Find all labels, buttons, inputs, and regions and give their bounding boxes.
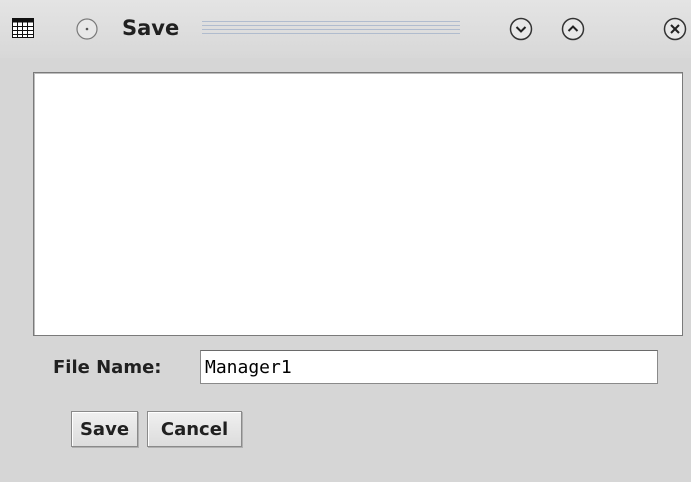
shade-icon[interactable] — [76, 18, 98, 40]
file-name-input[interactable] — [200, 350, 658, 384]
maximize-icon[interactable] — [561, 17, 585, 41]
file-list-area[interactable] — [33, 72, 683, 336]
save-button[interactable]: Save — [71, 411, 138, 447]
save-dialog: Save File Name: Save Cancel — [0, 0, 691, 482]
title-bar[interactable]: Save — [0, 0, 691, 58]
window-menu-icon[interactable] — [12, 18, 34, 38]
file-name-label: File Name: — [53, 357, 162, 378]
window-title: Save — [122, 16, 180, 40]
cancel-button[interactable]: Cancel — [147, 411, 242, 447]
minimize-icon[interactable] — [509, 17, 533, 41]
title-bar-grip — [202, 21, 460, 37]
close-icon[interactable] — [663, 17, 687, 41]
